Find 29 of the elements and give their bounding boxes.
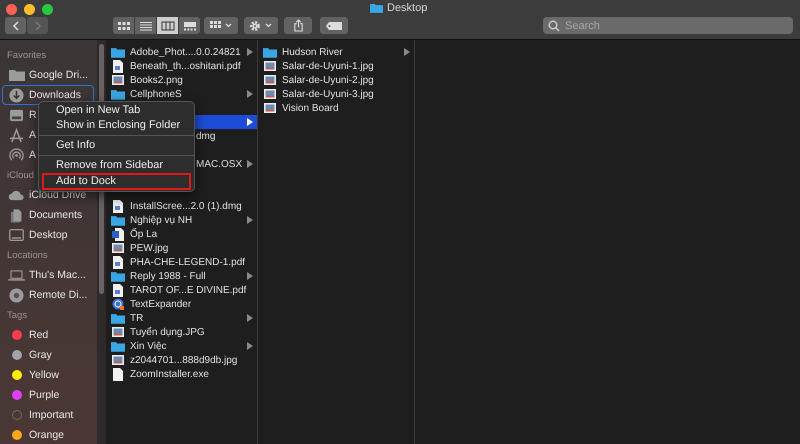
sidebar-section-title: Tags bbox=[7, 310, 28, 321]
file-name: MAC.OSX bbox=[196, 158, 242, 170]
file-name: Tuyển dụng.JPG bbox=[130, 326, 205, 338]
file-name: CellphoneS bbox=[130, 88, 182, 100]
file-name: InstallScree...2.0 (1).dmg bbox=[130, 200, 242, 212]
file-name: ZoomInstaller.exe bbox=[130, 368, 209, 380]
file-name: Beneath_th...oshitani.pdf bbox=[130, 60, 241, 72]
file-name: Hudson River bbox=[282, 46, 343, 58]
file-name: Salar-de-Uyuni-2.jpg bbox=[282, 74, 374, 86]
file-name: z2044701...888d9db.jpg bbox=[130, 354, 238, 366]
file-name: TextExpander bbox=[130, 298, 192, 310]
sidebar-section-title: Favorites bbox=[7, 50, 46, 61]
file-name: Adobe_Phot....0.0.24821 bbox=[130, 46, 241, 58]
sidebar-section-title: Locations bbox=[7, 250, 48, 261]
file-name: Reply 1988 - Full bbox=[130, 270, 206, 282]
file-name: Ốp La bbox=[130, 228, 158, 240]
file-name: TAROT OF...E DIVINE.pdf bbox=[130, 284, 246, 296]
file-name: Vision Board bbox=[282, 102, 339, 114]
file-name: Nghiệp vụ NH bbox=[130, 214, 192, 226]
file-name: Books2.png bbox=[130, 74, 183, 86]
file-name: PEW.jpg bbox=[130, 242, 168, 254]
file-name: Salar-de-Uyuni-1.jpg bbox=[282, 60, 374, 72]
file-name: TR bbox=[130, 312, 144, 324]
file-name: Salar-de-Uyuni-3.jpg bbox=[282, 88, 374, 100]
file-name: Xin Việc bbox=[130, 340, 167, 352]
sidebar-section-title: iCloud bbox=[7, 170, 34, 181]
file-name: PHA-CHE-LEGEND-1.pdf bbox=[130, 256, 246, 268]
file-name: dmg bbox=[196, 130, 216, 142]
window-title: Desktop bbox=[387, 2, 428, 14]
